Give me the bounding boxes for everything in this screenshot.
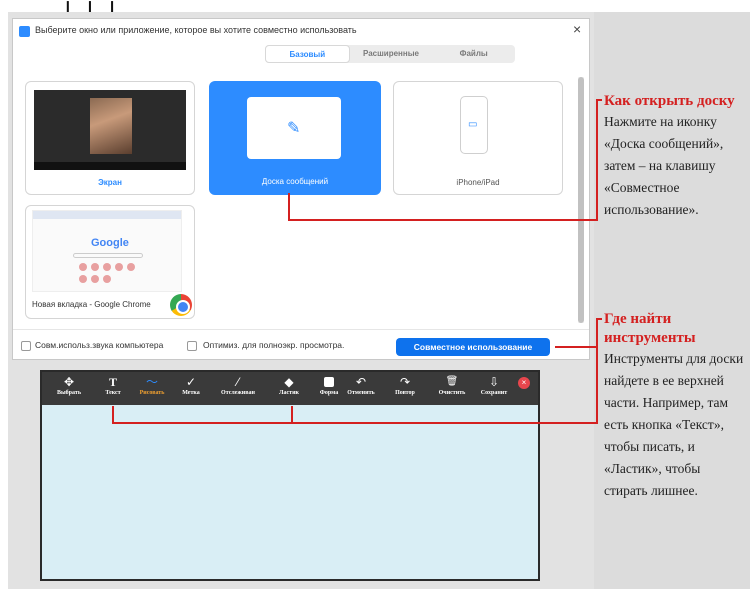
share-sound-label: Совм.использ.звука компьютера — [35, 340, 164, 350]
share-sound-checkbox[interactable] — [21, 341, 31, 351]
tool-spotlight[interactable]: ⁄ Отслеживан — [216, 374, 260, 396]
annotation-heading: Где найти инструменты — [604, 311, 696, 346]
share-tabs: Базовый Расширенные Файлы — [265, 45, 515, 63]
callout-line — [112, 422, 598, 424]
share-option-label: Доска сообщений — [261, 177, 329, 186]
format-icon — [314, 374, 344, 390]
text-icon: T — [108, 375, 117, 389]
whiteboard-card: ✎ — [247, 97, 341, 159]
eraser-icon: ◆ — [284, 375, 294, 389]
dialog-footer: Совм.использ.звука компьютера Оптимиз. д… — [13, 329, 589, 359]
draw-icon: 〜 — [145, 375, 158, 389]
google-logo: Google — [91, 237, 129, 249]
annotation-body: Инструменты для доски найдете в ее верхн… — [604, 351, 744, 498]
callout-line — [291, 406, 293, 424]
callout-line — [596, 318, 598, 424]
spotlight-icon: ⁄ — [236, 375, 239, 389]
stamp-icon: ✓ — [185, 375, 197, 389]
optimize-label: Оптимиз. для полноэкр. просмотра. — [203, 340, 345, 350]
pen-icon: ✎ — [287, 120, 301, 137]
dialog-title: Выберите окно или приложение, которое вы… — [35, 25, 357, 35]
tool-draw[interactable]: 〜 Рисовать — [134, 374, 170, 396]
chrome-preview: Google — [32, 210, 182, 292]
callout-line — [288, 219, 598, 221]
callout-line — [112, 406, 114, 424]
tool-clear[interactable]: 🗑 Очистить — [434, 374, 470, 396]
share-option-chrome[interactable]: Google Новая вкладка - Google Chrome — [25, 205, 195, 319]
tool-redo[interactable]: ↷ Повтор — [390, 374, 420, 396]
phone-icon: ▭ — [460, 96, 488, 154]
annotation-heading: Как открыть доску — [604, 93, 735, 109]
whiteboard-toolbar: ✥ Выбрать T Текст 〜 Рисовать ✓ Метка ⁄ О… — [42, 372, 538, 405]
tool-stamp[interactable]: ✓ Метка — [178, 374, 204, 396]
whiteboard-close-icon[interactable]: × — [518, 377, 530, 389]
callout-line — [596, 99, 598, 221]
share-option-screen[interactable]: Экран — [25, 81, 195, 195]
move-icon: ✥ — [63, 375, 75, 389]
tool-format[interactable]: Форма — [314, 374, 344, 396]
dialog-scrollbar[interactable] — [578, 77, 584, 323]
share-option-label: Новая вкладка - Google Chrome — [32, 300, 151, 309]
tool-undo[interactable]: ↶ Отменить — [344, 374, 378, 396]
share-option-label: Экран — [98, 178, 122, 187]
share-button[interactable]: Совместное использование — [396, 338, 550, 356]
save-icon: ⇩ — [488, 375, 500, 389]
scrollbar-thumb[interactable] — [578, 77, 584, 323]
trash-icon: 🗑 — [445, 376, 459, 387]
annotation-find-tools: Где найти инструменты Инструменты для до… — [604, 310, 746, 502]
share-option-iphone[interactable]: ▭ iPhone/iPad — [393, 81, 563, 195]
share-option-whiteboard[interactable]: ✎ Доска сообщений — [209, 81, 381, 195]
undo-icon: ↶ — [355, 375, 367, 389]
airplay-icon: ▭ — [468, 119, 478, 130]
tab-basic[interactable]: Базовый — [265, 45, 350, 63]
screen-preview — [34, 90, 186, 170]
tab-files[interactable]: Файлы — [432, 45, 515, 63]
tab-advanced[interactable]: Расширенные — [350, 45, 433, 63]
tool-select[interactable]: ✥ Выбрать — [54, 374, 84, 396]
chrome-tab-bar — [33, 211, 181, 219]
whiteboard-window[interactable]: ✥ Выбрать T Текст 〜 Рисовать ✓ Метка ⁄ О… — [40, 370, 540, 581]
tool-save[interactable]: ⇩ Сохранит — [476, 374, 512, 396]
optimize-checkbox[interactable] — [187, 341, 197, 351]
screen-photo — [90, 98, 132, 154]
share-screen-dialog: Выберите окно или приложение, которое вы… — [12, 18, 590, 360]
screen-taskbar — [34, 162, 186, 170]
callout-line — [555, 346, 598, 348]
tool-text[interactable]: T Текст — [100, 374, 126, 396]
close-icon[interactable]: × — [573, 21, 581, 37]
redo-icon: ↷ — [399, 375, 411, 389]
share-option-label: iPhone/iPad — [456, 178, 500, 187]
chrome-icon — [170, 294, 192, 316]
annotation-body: Нажмите на иконку «Доска сообщений», зат… — [604, 114, 724, 217]
zoom-app-icon — [19, 26, 30, 37]
annotation-open-board: Как открыть доску Нажмите на иконку «Дос… — [604, 92, 746, 221]
tool-eraser[interactable]: ◆ Ластик — [274, 374, 304, 396]
shortcut-tiles — [79, 263, 139, 283]
callout-line — [288, 193, 290, 221]
google-search-box — [73, 253, 143, 258]
